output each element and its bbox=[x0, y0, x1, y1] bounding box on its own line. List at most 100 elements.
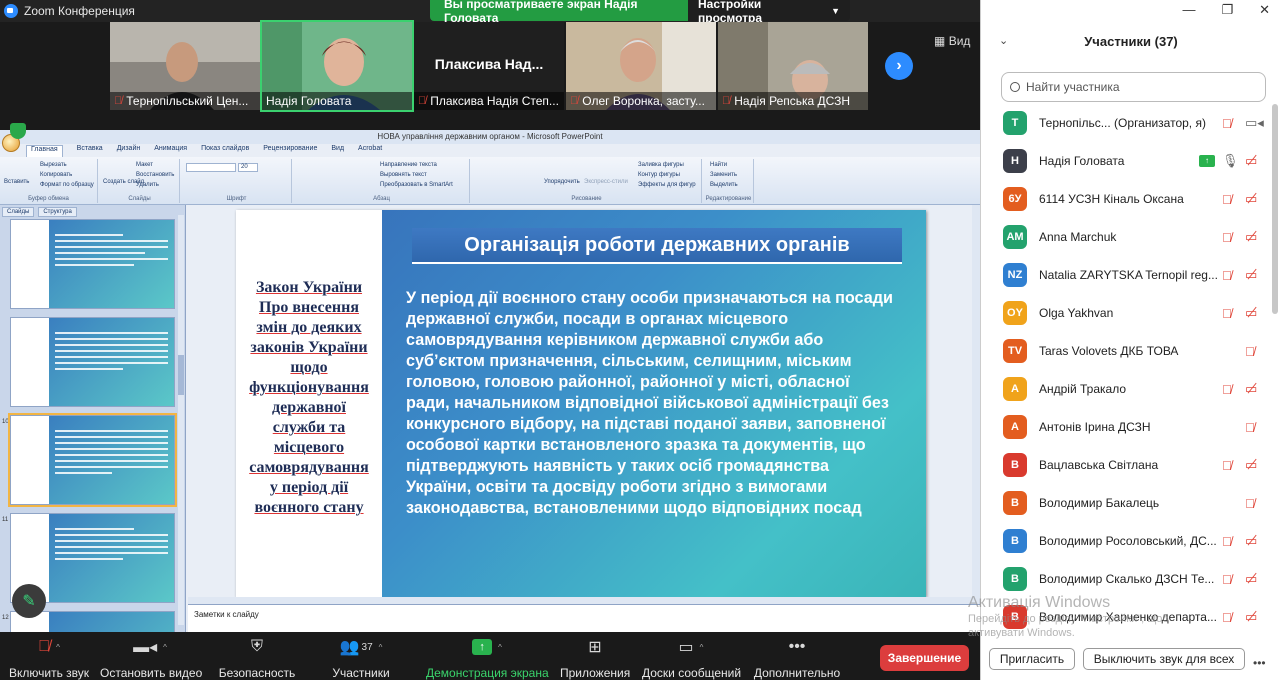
participant-row[interactable]: T Тернопільс... (Организатор, я) 🎙̸ ▭◂ bbox=[981, 104, 1271, 142]
video-tile[interactable]: 🎙̸ Олег Воронка, засту... bbox=[566, 22, 716, 110]
muted-mic-icon[interactable]: 🎙̸ bbox=[1222, 306, 1232, 321]
muted-mic-icon[interactable]: 🎙̸ bbox=[1222, 116, 1232, 131]
apps-button[interactable]: ⊞ Приложения bbox=[560, 636, 630, 680]
participant-row[interactable]: В Володимир Росоловський, ДС... 🎙̸ ▭̸ bbox=[981, 522, 1271, 560]
muted-mic-icon[interactable]: 🎙̸ bbox=[1222, 268, 1232, 283]
muted-mic-icon[interactable]: 🎙̸ bbox=[1222, 572, 1232, 587]
annotate-pen-icon[interactable]: ✎ bbox=[12, 584, 46, 618]
delete-button[interactable]: Удалить bbox=[136, 182, 159, 188]
muted-mic-icon[interactable]: 🎙̸ bbox=[1245, 344, 1255, 359]
video-tile[interactable]: Плаксива Над... 🎙̸ Плаксива Надія Степ... bbox=[414, 22, 564, 110]
ppt-tab[interactable]: Вид bbox=[331, 145, 344, 157]
find-button[interactable]: Найти bbox=[710, 162, 727, 168]
maximize-icon[interactable]: ❐ bbox=[1221, 2, 1233, 18]
video-off-icon[interactable]: ▭̸ bbox=[1245, 191, 1257, 207]
participant-row[interactable]: NZ Natalia ZARYTSKA Ternopil reg... 🎙̸ ▭… bbox=[981, 256, 1271, 294]
arrange-button[interactable]: Упорядочить bbox=[544, 179, 580, 185]
video-tile[interactable]: 🎙̸ Тернопільський Цен... bbox=[110, 22, 260, 110]
outline-tab[interactable]: Структура bbox=[38, 207, 77, 217]
more-options-icon[interactable]: ••• bbox=[1253, 656, 1266, 670]
video-camera-icon[interactable]: ▭◂ bbox=[1245, 115, 1264, 131]
font-size-select[interactable]: 20 bbox=[238, 163, 258, 172]
slides-tab[interactable]: Слайды bbox=[2, 207, 35, 217]
shape-effects-button[interactable]: Эффекты для фигур bbox=[638, 182, 696, 188]
slides-pane-scrollbar[interactable] bbox=[178, 215, 184, 625]
select-button[interactable]: Выделить bbox=[710, 182, 738, 188]
copy-button[interactable]: Копировать bbox=[40, 172, 72, 178]
participant-row[interactable]: А Андрій Тракало 🎙̸ ▭̸ bbox=[981, 370, 1271, 408]
slide-thumbnail[interactable] bbox=[10, 219, 175, 309]
end-meeting-button[interactable]: Завершение bbox=[880, 645, 969, 671]
slide-thumbnail[interactable] bbox=[10, 317, 175, 407]
slide-scrollbar[interactable] bbox=[972, 205, 980, 597]
participant-row[interactable]: TV Taras Volovets ДКБ ТОВА 🎙̸ bbox=[981, 332, 1271, 370]
muted-mic-icon[interactable]: 🎙̸ bbox=[1222, 458, 1232, 473]
muted-mic-icon[interactable]: 🎙̸ bbox=[1222, 382, 1232, 397]
format-painter-button[interactable]: Формат по образцу bbox=[40, 182, 94, 188]
participant-row[interactable]: AM Anna Marchuk 🎙̸ ▭̸ bbox=[981, 218, 1271, 256]
participant-list-scrollbar[interactable] bbox=[1272, 104, 1278, 624]
font-family-select[interactable] bbox=[186, 163, 236, 172]
muted-mic-icon[interactable]: 🎙̸ bbox=[1222, 534, 1232, 549]
security-button[interactable]: ⛨ Безопасность bbox=[216, 636, 298, 680]
mic-icon[interactable]: 🎙 bbox=[1222, 153, 1239, 169]
invite-button[interactable]: Пригласить bbox=[989, 648, 1075, 670]
mute-all-button[interactable]: Выключить звук для всех bbox=[1083, 648, 1245, 670]
view-button[interactable]: ▦ Вид bbox=[934, 34, 970, 48]
video-off-icon[interactable]: ▭̸ bbox=[1245, 305, 1257, 321]
ppt-tab[interactable]: Показ слайдов bbox=[201, 145, 249, 157]
more-button[interactable]: ••• Дополнительно bbox=[752, 636, 842, 680]
participant-row[interactable]: 6У 6114 УСЗН Кіналь Оксана 🎙̸ ▭̸ bbox=[981, 180, 1271, 218]
participant-row[interactable]: В Володимир Скалько ДЗСН Те... 🎙̸ ▭̸ bbox=[981, 560, 1271, 598]
video-off-icon[interactable]: ▭̸ bbox=[1245, 229, 1257, 245]
video-tile[interactable]: 🎙̸ Надія Репська ДСЗН bbox=[718, 22, 868, 110]
align-text-button[interactable]: Выровнять текст bbox=[380, 172, 427, 178]
video-off-icon[interactable]: ▭̸ bbox=[1245, 609, 1257, 625]
video-off-icon[interactable]: ▭̸ bbox=[1245, 381, 1257, 397]
video-off-icon[interactable]: ▭̸ bbox=[1245, 571, 1257, 587]
muted-mic-icon[interactable]: 🎙̸ bbox=[1245, 496, 1255, 511]
participants-button[interactable]: 👥 37 ^ Участники bbox=[320, 636, 402, 680]
replace-button[interactable]: Заменить bbox=[710, 172, 737, 178]
muted-mic-icon[interactable]: 🎙̸ bbox=[1245, 420, 1255, 435]
participant-row[interactable]: Н Надія Головата ↑ 🎙 ▭̸ bbox=[981, 142, 1271, 180]
ppt-tab[interactable]: Дизайн bbox=[117, 145, 141, 157]
notes-pane[interactable]: Заметки к слайду bbox=[188, 604, 980, 632]
muted-mic-icon[interactable]: 🎙̸ bbox=[1222, 230, 1232, 245]
video-off-icon[interactable]: ▭̸ bbox=[1245, 153, 1257, 169]
next-page-button[interactable]: › bbox=[885, 52, 913, 80]
layout-button[interactable]: Макет bbox=[136, 162, 153, 168]
whiteboards-button[interactable]: ▭ ^ Доски сообщений bbox=[642, 636, 741, 680]
participant-row[interactable]: В Володимир Бакалець 🎙̸ bbox=[981, 484, 1271, 522]
quick-styles-button[interactable]: Экспресс-стили bbox=[584, 179, 628, 185]
horizontal-scrollbar[interactable] bbox=[188, 597, 980, 604]
participant-row[interactable]: OY Olga Yakhvan 🎙̸ ▭̸ bbox=[981, 294, 1271, 332]
muted-mic-icon[interactable]: 🎙̸ bbox=[1222, 192, 1232, 207]
ppt-tab[interactable]: Рецензирование bbox=[263, 145, 317, 157]
video-tile-active-speaker[interactable]: Надія Головата bbox=[260, 20, 414, 112]
stop-video-button[interactable]: ▬◂ ^ Остановить видео bbox=[100, 636, 202, 680]
muted-mic-icon[interactable]: 🎙̸ bbox=[1222, 610, 1232, 625]
minimize-icon[interactable]: — bbox=[1182, 2, 1195, 18]
share-screen-button[interactable]: ↑ ^ Демонстрация экрана bbox=[426, 636, 549, 680]
participant-row[interactable]: В Вацлавська Світлана 🎙̸ ▭̸ bbox=[981, 446, 1271, 484]
video-off-icon[interactable]: ▭̸ bbox=[1245, 267, 1257, 283]
slide-thumbnail-selected[interactable] bbox=[8, 413, 177, 507]
video-off-icon[interactable]: ▭̸ bbox=[1245, 457, 1257, 473]
view-options-button[interactable]: Настройки просмотра ▼ bbox=[688, 0, 850, 25]
ppt-tab[interactable]: Вставка bbox=[77, 145, 103, 157]
ppt-tab[interactable]: Главная bbox=[26, 145, 63, 157]
ppt-tab[interactable]: Acrobat bbox=[358, 145, 382, 157]
close-icon[interactable]: ✕ bbox=[1259, 2, 1270, 18]
shape-fill-button[interactable]: Заливка фигуры bbox=[638, 162, 684, 168]
paste-button[interactable]: Вставить bbox=[4, 179, 29, 185]
video-off-icon[interactable]: ▭̸ bbox=[1245, 533, 1257, 549]
text-direction-button[interactable]: Направление текста bbox=[380, 162, 437, 168]
ppt-tab[interactable]: Анимация bbox=[154, 145, 187, 157]
participant-row[interactable]: А Антонів Ірина ДСЗН 🎙̸ bbox=[981, 408, 1271, 446]
shape-outline-button[interactable]: Контур фигуры bbox=[638, 172, 680, 178]
unmute-button[interactable]: 🎙̸ ^ Включить звук bbox=[8, 636, 90, 680]
participant-search-input[interactable]: Найти участника bbox=[1001, 72, 1266, 102]
reset-button[interactable]: Восстановить bbox=[136, 172, 174, 178]
participant-row[interactable]: В Володимир Харченко департа... 🎙̸ ▭̸ bbox=[981, 598, 1271, 632]
